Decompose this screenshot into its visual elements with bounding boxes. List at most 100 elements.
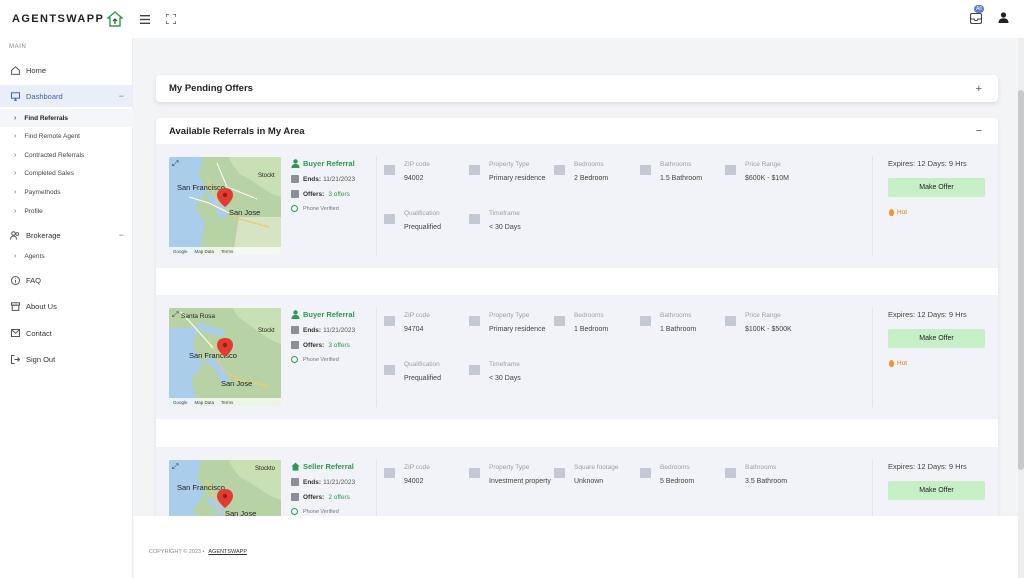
field-label: Property Type [489,161,530,168]
ends-date: 11/21/2023 [323,175,356,183]
notification-badge: All [974,5,984,13]
person-icon [291,159,300,168]
bank-icon [384,214,395,224]
pending-offers-panel[interactable]: My Pending Offers + [156,75,998,102]
sidebar-sub-contracted-referrals[interactable]: › Contracted Referrals [0,146,133,164]
map-label: Stockt [258,328,275,334]
sidebar-sub-profile[interactable]: › Profile [0,202,133,220]
field-value: Primary residence [489,175,546,182]
sidebar-sub-find-referrals[interactable]: › Find Referrals [0,109,133,127]
referral-map[interactable]: San Francisco San Jose Stockto ⤢ [169,460,281,518]
location-icon [384,165,395,175]
map-label: Stockto [255,466,276,472]
referral-map[interactable]: Santa Rosa San Francisco San Jose Stockt… [169,308,281,406]
menu-icon[interactable] [138,12,152,26]
collapse-icon[interactable]: − [119,230,124,240]
field-value: 94704 [404,326,424,333]
expires-text: Expires: 12 Days: 9 Hrs [888,159,967,168]
sidebar-item-dashboard[interactable]: Dashboard − [0,85,133,107]
building-icon [469,316,480,326]
make-offer-button[interactable]: Make Offer [888,329,985,348]
check-circle-icon [291,205,298,212]
collapse-icon[interactable]: − [976,125,982,137]
map-label: Stockt [258,173,275,179]
calendar-icon [469,214,480,224]
user-icon[interactable] [996,10,1010,24]
flame-icon [889,209,894,216]
field-zip: ZIP code 94704 [384,312,474,342]
person-icon [291,310,300,319]
field-bedrooms: Bedrooms 2 Bedroom [554,161,644,191]
scrollbar-thumb[interactable] [1018,90,1024,470]
map-footer: Google Map Data Terms [169,247,281,255]
make-offer-button[interactable]: Make Offer [888,178,985,197]
sidebar-sub-find-remote-agent[interactable]: › Find Remote Agent [0,127,133,145]
field-bathrooms: Bathrooms 3.5 Bathroom [725,464,815,494]
calendar-icon [291,175,299,183]
ends-label: Ends: [303,326,322,334]
sidebar-sub-label: Completed Sales [24,169,74,177]
map-label: San Jose [229,208,260,217]
field-value: 3.5 Bathroom [745,478,788,485]
flame-icon [889,360,894,367]
bath-icon [725,468,736,478]
mail-icon [10,328,20,338]
map-terms-link[interactable]: Terms [221,400,233,405]
users-icon [10,230,20,240]
expand-icon[interactable]: + [976,83,982,95]
field-timeframe: Timeframe < 30 Days [469,361,559,391]
field-value: Prequalified [404,224,441,231]
page-scrollbar[interactable] [1018,38,1024,578]
divider [872,156,873,256]
field-timeframe: Timeframe < 30 Days [469,210,559,240]
footer-brand-link[interactable]: AGENTSWAPP [208,549,247,555]
referral-type-label: Buyer Referral [303,310,355,319]
sidebar-item-faq[interactable]: FAQ [0,269,133,291]
verified-label: Phone Verified [303,356,339,363]
field-value: Unknown [574,478,604,485]
sidebar-item-about-us[interactable]: About Us [0,295,133,317]
field-value: Primary residence [489,326,546,333]
price-tag-icon [725,165,736,175]
inbox-icon[interactable]: All [970,5,984,24]
sidebar-item-contact[interactable]: Contact [0,322,133,344]
map-fullscreen-icon[interactable]: ⤢ [172,462,178,472]
collapse-icon[interactable]: − [119,91,124,101]
available-referrals-header[interactable]: Available Referrals in My Area − [156,118,998,144]
sidebar: MAIN Home Dashboard − › Find Referrals › F… [0,38,133,578]
sidebar-sub-label: Profile [24,207,43,215]
map-label: San Francisco [177,183,225,192]
chevron-right-icon: › [14,132,17,140]
offers-count: 2 offers [328,493,350,501]
check-circle-icon [291,356,298,363]
sidebar-sub-completed-sales[interactable]: › Completed Sales [0,164,133,182]
chevron-right-icon: › [14,114,17,122]
sidebar-item-label: About Us [26,301,57,311]
map-data-link[interactable]: Map Data [195,249,215,254]
map-fullscreen-icon[interactable]: ⤢ [172,310,178,320]
chevron-right-icon: › [14,207,17,215]
map-data-link[interactable]: Map Data [195,400,215,405]
ends-date: 11/21/2023 [323,326,356,334]
sidebar-sub-paymethods[interactable]: › Paymethods [0,183,133,201]
map-fullscreen-icon[interactable]: ⤢ [172,159,178,169]
sidebar-item-brokerage[interactable]: Brokerage − [0,224,133,246]
sidebar-sub-agents[interactable]: › Agents [0,247,133,265]
footer-copyright: COPYRIGHT © 2023 • AGENTSWAPP [149,549,247,555]
fullscreen-icon[interactable] [164,12,178,26]
field-value: < 30 Days [489,375,521,382]
field-bathrooms: Bathrooms 1 Bathroom [640,312,730,342]
sidebar-item-sign-out[interactable]: Sign Out [0,348,133,370]
offers-label: Offers: [303,493,325,501]
referral-map[interactable]: San Francisco San Jose Stockt ⤢ Google M… [169,157,281,255]
make-offer-button[interactable]: Make Offer [888,481,985,500]
ends-date: 11/21/2023 [323,478,356,486]
map-terms-link[interactable]: Terms [221,249,233,254]
field-qualification: Qualification Prequalified [384,361,474,391]
sidebar-item-home[interactable]: Home [0,59,133,81]
field-label: ZIP code [404,161,430,168]
referral-type-label: Buyer Referral [303,159,355,168]
field-value: Investment property [489,478,551,485]
monitor-icon [10,91,20,101]
app-logo[interactable]: AGENTSWAPP [12,11,130,27]
